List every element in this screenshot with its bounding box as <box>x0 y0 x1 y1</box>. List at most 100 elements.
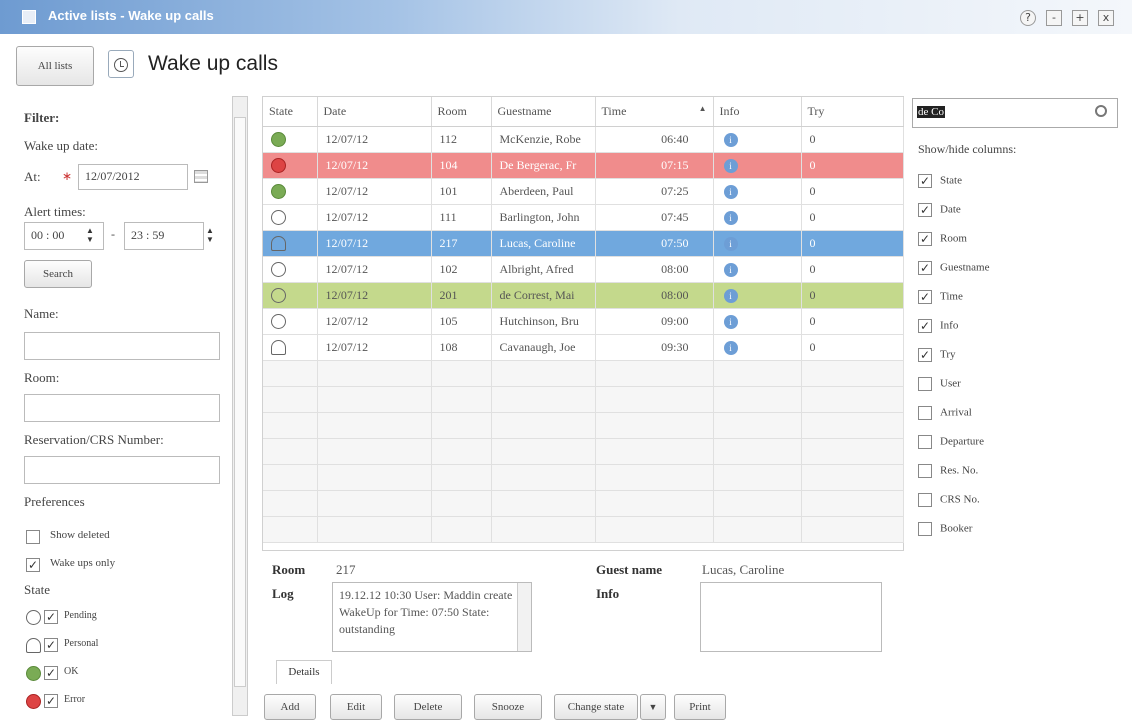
column-toggle-crs-no[interactable]: CRS No. <box>918 493 980 507</box>
table-row[interactable]: 12/07/12 104 De Bergerac, Fr 07:15 i 0 <box>263 152 904 179</box>
info-icon[interactable]: i <box>723 184 738 199</box>
reservation-label: Reservation/CRS Number: <box>24 432 164 447</box>
tab-details[interactable]: Details <box>276 660 332 684</box>
column-checkbox[interactable] <box>918 493 932 507</box>
info-textarea[interactable] <box>700 582 882 652</box>
info-icon[interactable]: i <box>723 236 738 251</box>
stepper-arrows-icon[interactable]: ▲ ▼ <box>86 226 94 244</box>
date-field[interactable]: 12/07/2012 <box>78 164 188 190</box>
column-checkbox[interactable] <box>918 435 932 449</box>
name-field[interactable] <box>24 332 220 360</box>
empty-row <box>263 412 904 439</box>
guestname-cell: Lucas, Caroline <box>491 230 596 257</box>
table-row[interactable]: 12/07/12 105 Hutchinson, Bru 09:00 i 0 <box>263 308 904 335</box>
column-header-info[interactable]: Info <box>713 97 802 127</box>
info-cell: i <box>713 126 802 153</box>
room-field[interactable] <box>24 394 220 422</box>
change-state-dropdown[interactable]: ▼ <box>640 694 666 720</box>
column-checkbox[interactable] <box>918 522 932 536</box>
column-toggle-guestname[interactable]: ✓ Guestname <box>918 261 989 275</box>
column-toggle-label: Booker <box>940 522 973 535</box>
column-checkbox[interactable]: ✓ <box>918 290 932 304</box>
pending-checkbox[interactable]: ✓ <box>44 610 58 624</box>
column-toggle-time[interactable]: ✓ Time <box>918 290 963 304</box>
info-icon[interactable]: i <box>723 288 738 303</box>
column-checkbox[interactable]: ✓ <box>918 348 932 362</box>
table-row[interactable]: 12/07/12 102 Albright, Afred 08:00 i 0 <box>263 256 904 283</box>
time-cell: 07:15 <box>595 152 714 179</box>
room-cell: 102 <box>431 256 492 283</box>
personal-label: Personal <box>64 638 99 649</box>
column-toggle-date[interactable]: ✓ Date <box>918 203 961 217</box>
column-header-try[interactable]: Try <box>801 97 904 127</box>
column-toggle-departure[interactable]: Departure <box>918 435 984 449</box>
column-header-guestname[interactable]: Guestname <box>491 97 596 127</box>
personal-icon <box>26 638 41 653</box>
pending-clock-icon <box>271 209 286 225</box>
column-checkbox[interactable]: ✓ <box>918 261 932 275</box>
reservation-field[interactable] <box>24 456 220 484</box>
table-row[interactable]: 12/07/12 101 Aberdeen, Paul 07:25 i 0 <box>263 178 904 205</box>
close-button[interactable]: x <box>1098 10 1114 26</box>
search-icon[interactable] <box>1095 105 1107 117</box>
calendar-icon[interactable] <box>194 170 208 183</box>
info-icon[interactable]: i <box>723 132 738 147</box>
column-checkbox[interactable]: ✓ <box>918 232 932 246</box>
table-row[interactable]: 12/07/12 108 Cavanaugh, Joe 09:30 i 0 <box>263 334 904 361</box>
table-row[interactable]: 12/07/12 217 Lucas, Caroline 07:50 i 0 <box>263 230 904 257</box>
column-checkbox[interactable] <box>918 377 932 391</box>
search-input[interactable]: de Co <box>912 98 1118 128</box>
minimize-button[interactable]: - <box>1046 10 1062 26</box>
column-toggle-user[interactable]: User <box>918 377 961 391</box>
column-toggle-arrival[interactable]: Arrival <box>918 406 972 420</box>
column-checkbox[interactable]: ✓ <box>918 319 932 333</box>
column-header-state[interactable]: State <box>263 97 318 127</box>
wake-ups-only-checkbox[interactable]: ✓ <box>26 558 40 572</box>
filter-scrollbar[interactable] <box>232 96 248 716</box>
personal-checkbox[interactable]: ✓ <box>44 638 58 652</box>
edit-button[interactable]: Edit <box>330 694 382 720</box>
column-header-room[interactable]: Room <box>431 97 492 127</box>
column-checkbox[interactable] <box>918 406 932 420</box>
column-checkbox[interactable]: ✓ <box>918 203 932 217</box>
column-toggle-state[interactable]: ✓ State <box>918 174 962 188</box>
add-button[interactable]: Add <box>264 694 316 720</box>
column-toggle-info[interactable]: ✓ Info <box>918 319 958 333</box>
error-checkbox[interactable]: ✓ <box>44 694 58 708</box>
info-icon[interactable]: i <box>723 210 738 225</box>
column-header-time[interactable]: Time ▲ <box>595 97 714 127</box>
show-deleted-checkbox[interactable] <box>26 530 40 544</box>
room-cell: 201 <box>431 282 492 309</box>
change-state-button[interactable]: Change state <box>554 694 638 720</box>
to-time-stepper[interactable]: 23 : 59 <box>124 222 204 250</box>
all-lists-button[interactable]: All lists <box>16 46 94 86</box>
table-row[interactable]: 12/07/12 111 Barlington, John 07:45 i 0 <box>263 204 904 231</box>
column-checkbox[interactable]: ✓ <box>918 174 932 188</box>
log-textarea[interactable]: 19.12.12 10:30 User: Maddin create WakeU… <box>332 582 532 652</box>
state-cell <box>263 126 318 153</box>
snooze-button[interactable]: Snooze <box>474 694 542 720</box>
table-row[interactable]: 12/07/12 112 McKenzie, Robe 06:40 i 0 <box>263 126 904 153</box>
column-checkbox[interactable] <box>918 464 932 478</box>
help-button[interactable]: ? <box>1020 10 1036 26</box>
scrollbar-thumb[interactable] <box>234 117 246 687</box>
stepper-arrows-icon[interactable]: ▲ ▼ <box>206 226 214 244</box>
column-toggle-try[interactable]: ✓ Try <box>918 348 956 362</box>
alert-times-label: Alert times: <box>24 204 86 219</box>
search-button[interactable]: Search <box>24 260 92 288</box>
info-icon[interactable]: i <box>723 314 738 329</box>
table-row[interactable]: 12/07/12 201 de Correst, Mai 08:00 i 0 <box>263 282 904 309</box>
info-icon[interactable]: i <box>723 158 738 173</box>
column-toggle-booker[interactable]: Booker <box>918 522 972 536</box>
column-header-date[interactable]: Date <box>317 97 432 127</box>
print-button[interactable]: Print <box>674 694 726 720</box>
column-toggle-res-no[interactable]: Res. No. <box>918 464 978 478</box>
maximize-button[interactable]: + <box>1072 10 1088 26</box>
ok-checkbox[interactable]: ✓ <box>44 666 58 680</box>
info-icon[interactable]: i <box>723 340 738 355</box>
log-scrollbar[interactable] <box>517 583 531 651</box>
column-toggle-room[interactable]: ✓ Room <box>918 232 967 246</box>
error-label: Error <box>64 694 86 705</box>
delete-button[interactable]: Delete <box>394 694 462 720</box>
info-icon[interactable]: i <box>723 262 738 277</box>
